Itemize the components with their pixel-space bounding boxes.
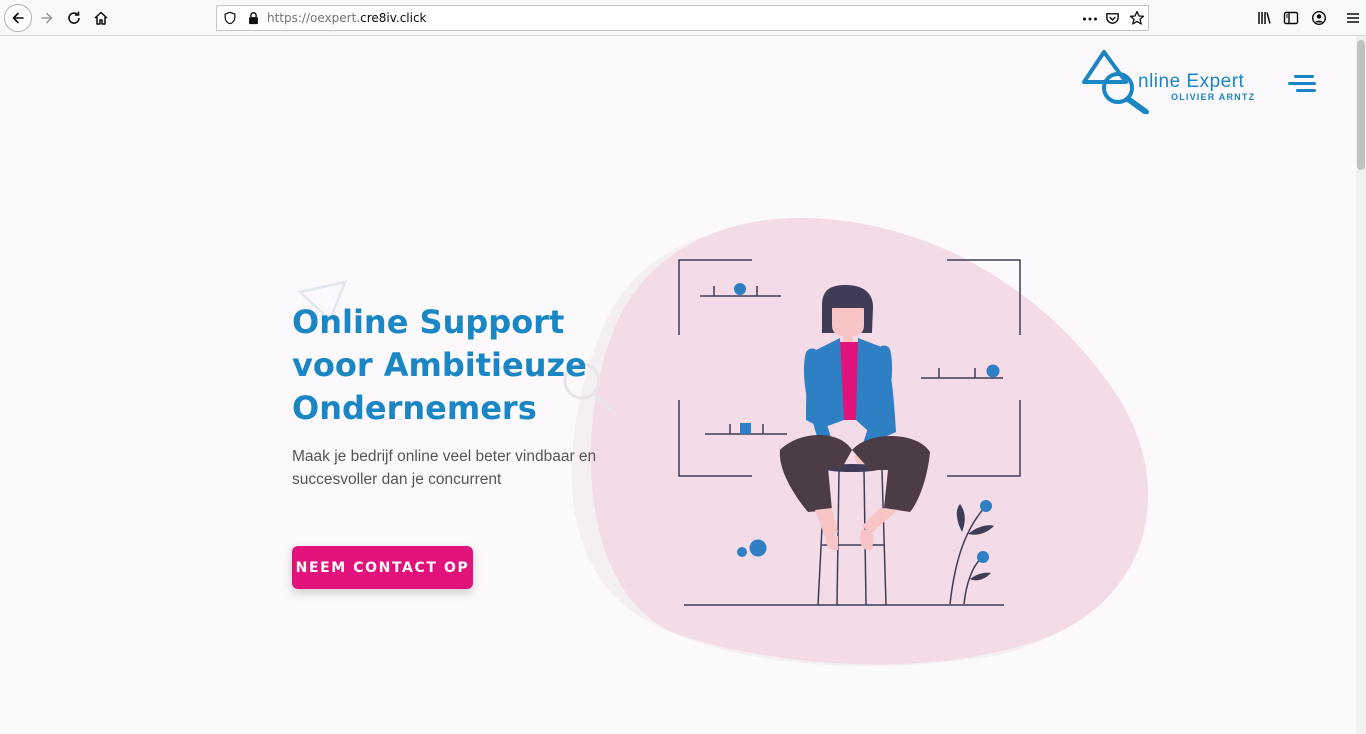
url-host: cre8iv.click [360, 11, 427, 25]
library-icon [1258, 12, 1271, 24]
star-icon[interactable] [1129, 10, 1145, 26]
logo-owner-text: OLIVIER ARNTZ [1171, 92, 1256, 102]
page-scrollbar[interactable] [1356, 36, 1366, 734]
sidebar-icon [1283, 11, 1299, 25]
back-arrow-icon [12, 12, 24, 24]
back-button[interactable] [4, 4, 32, 32]
sidebar-button[interactable] [1278, 5, 1304, 31]
hero-title-line: Ondernemers [292, 389, 537, 427]
app-menu-button[interactable] [1340, 5, 1366, 31]
contact-button[interactable]: NEEM CONTACT OP [292, 546, 473, 589]
account-icon [1311, 10, 1327, 26]
url-text[interactable]: https://oexpert.cre8iv.click [267, 11, 427, 25]
forward-arrow-icon [41, 12, 53, 24]
site-logo[interactable]: nline Expert OLIVIER ARNTZ [1080, 46, 1270, 116]
hero-subtitle-line: succesvoller dan je concurrent [292, 471, 502, 488]
logo-brand-text: nline Expert [1138, 71, 1245, 92]
hero-illustration [297, 217, 1149, 667]
home-icon [94, 11, 108, 25]
menu-icon [1347, 13, 1359, 23]
hero-subtitle-line: Maak je bedrijf online veel beter vindba… [292, 448, 597, 465]
hamburger-icon [1294, 75, 1314, 78]
address-bar[interactable]: https://oexpert.cre8iv.click [216, 5, 1149, 31]
web-page: nline Expert OLIVIER ARNTZ Online Suppor… [0, 36, 1356, 734]
scrollbar-thumb[interactable] [1357, 40, 1365, 170]
home-button[interactable] [88, 5, 114, 31]
browser-toolbar: https://oexpert.cre8iv.click [0, 0, 1366, 36]
forward-button[interactable] [34, 5, 60, 31]
reload-button[interactable] [61, 5, 87, 31]
hamburger-menu-button[interactable] [1288, 74, 1316, 94]
pocket-icon[interactable] [1105, 11, 1120, 26]
hero-subtitle: Maak je bedrijf online veel beter vindba… [292, 445, 612, 491]
hero-title: Online Support voor Ambitieuze Onderneme… [292, 301, 612, 430]
account-button[interactable] [1306, 5, 1332, 31]
more-icon[interactable] [1082, 12, 1098, 26]
url-scheme: https:// [267, 11, 311, 25]
hero-title-line: voor Ambitieuze [292, 346, 587, 384]
hero-title-line: Online Support [292, 303, 565, 341]
url-subdomain: oexpert. [310, 11, 361, 25]
reload-icon [68, 11, 80, 24]
shield-icon[interactable] [223, 11, 237, 25]
lock-icon[interactable] [247, 11, 260, 25]
library-button[interactable] [1251, 5, 1277, 31]
